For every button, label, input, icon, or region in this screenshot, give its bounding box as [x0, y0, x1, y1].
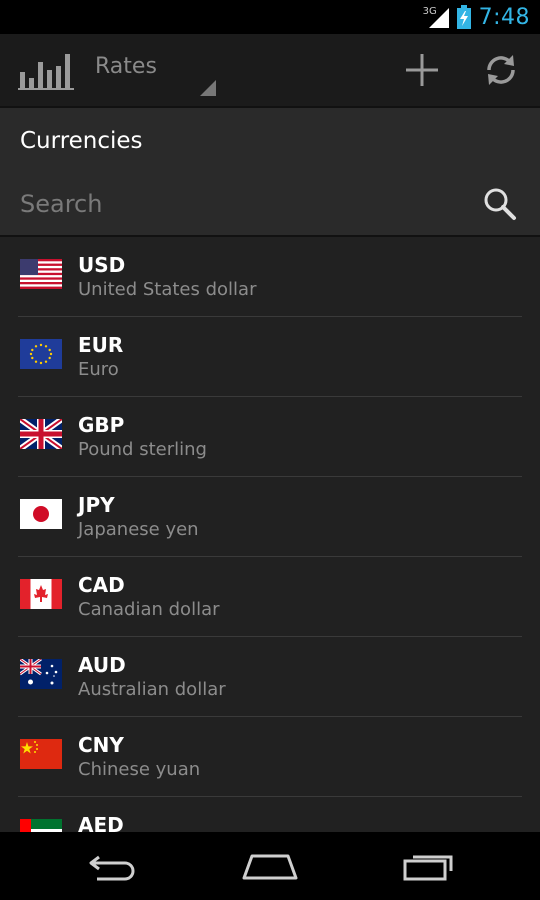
- currency-code: AED: [78, 813, 124, 832]
- canada-flag-icon: [20, 579, 62, 609]
- currency-code: GBP: [78, 413, 125, 437]
- australia-flag-icon: [20, 659, 62, 689]
- currency-panel: Currencies Search USD United States doll…: [0, 108, 540, 832]
- back-button[interactable]: [58, 832, 168, 900]
- rates-spinner[interactable]: Rates: [95, 34, 220, 102]
- search-input[interactable]: Search: [20, 190, 102, 218]
- currency-name: Canadian dollar: [78, 599, 220, 620]
- refresh-button[interactable]: [465, 34, 537, 106]
- currency-name: Japanese yen: [78, 519, 199, 540]
- currency-code: CAD: [78, 573, 125, 597]
- signal-icon: 3G: [423, 4, 449, 30]
- japan-flag-icon: [20, 499, 62, 529]
- action-bar: Rates: [0, 34, 540, 106]
- list-item[interactable]: CAD Canadian dollar: [0, 557, 540, 637]
- currency-code: USD: [78, 253, 126, 277]
- battery-icon: [456, 5, 471, 29]
- refresh-icon: [487, 55, 515, 85]
- list-item[interactable]: EUR Euro: [0, 317, 540, 397]
- home-icon: [242, 854, 298, 880]
- list-item[interactable]: CNY Chinese yuan: [0, 717, 540, 797]
- home-button[interactable]: [215, 832, 325, 900]
- bar-chart-icon[interactable]: [18, 50, 74, 90]
- search-icon[interactable]: [482, 186, 518, 222]
- list-item[interactable]: AED: [0, 797, 540, 832]
- panel-title: Currencies: [20, 128, 143, 154]
- add-button[interactable]: [386, 34, 458, 106]
- currency-name: Euro: [78, 359, 119, 380]
- currency-code: AUD: [78, 653, 126, 677]
- add-icon: [406, 54, 438, 86]
- list-item[interactable]: JPY Japanese yen: [0, 477, 540, 557]
- currency-list: USD United States dollar EUR Euro GBP Po…: [0, 237, 540, 832]
- recent-apps-icon: [403, 855, 453, 881]
- china-flag-icon: [20, 739, 62, 769]
- list-item[interactable]: USD United States dollar: [0, 237, 540, 317]
- spinner-label: Rates: [95, 54, 157, 79]
- currency-code: EUR: [78, 333, 124, 357]
- spinner-arrow-icon: [200, 80, 216, 96]
- currency-name: Australian dollar: [78, 679, 226, 700]
- status-bar: 3G 7:48: [0, 0, 540, 34]
- list-item[interactable]: AUD Australian dollar: [0, 637, 540, 717]
- eu-flag-icon: [20, 339, 62, 369]
- recent-apps-button[interactable]: [374, 832, 484, 900]
- currency-name: United States dollar: [78, 279, 257, 300]
- panel-header: Currencies Search: [0, 108, 540, 236]
- currency-name: Chinese yuan: [78, 759, 201, 780]
- currency-code: JPY: [78, 493, 115, 517]
- uk-flag-icon: [20, 419, 62, 449]
- back-icon: [89, 855, 135, 881]
- currency-name: Pound sterling: [78, 439, 207, 460]
- clock: 7:48: [478, 4, 530, 30]
- status-icons: 3G 7:48: [423, 0, 530, 34]
- us-flag-icon: [20, 259, 62, 289]
- currency-code: CNY: [78, 733, 124, 757]
- list-item[interactable]: GBP Pound sterling: [0, 397, 540, 477]
- uae-flag-icon: [20, 819, 62, 832]
- navigation-bar: [0, 832, 540, 900]
